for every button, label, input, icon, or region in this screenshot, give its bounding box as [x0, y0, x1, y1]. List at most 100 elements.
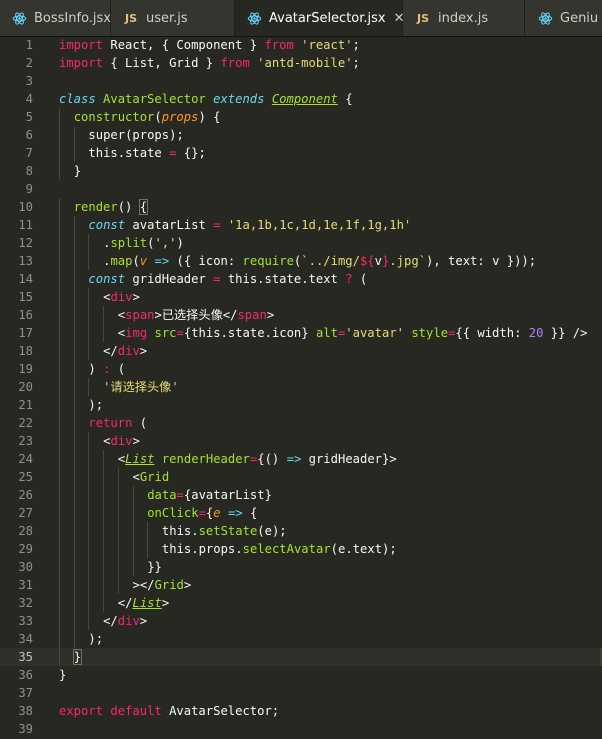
- indent-guide: [73, 486, 75, 504]
- code-text: this.props.selectAvatar(e.text);: [162, 540, 397, 558]
- indent-guide: [59, 522, 60, 540]
- code-token: setState: [198, 524, 258, 538]
- indent-guide: [59, 360, 60, 378]
- indent-guide: [73, 324, 75, 342]
- code-token: }}: [147, 560, 162, 574]
- code-line[interactable]: 35}: [0, 648, 602, 666]
- code-token: const: [88, 218, 126, 232]
- code-line[interactable]: 37: [0, 684, 602, 702]
- code-line[interactable]: 27 onClick={e => {: [0, 504, 602, 522]
- code-line[interactable]: 39: [0, 720, 602, 738]
- code-line[interactable]: 14 const gridHeader = this.state.text ? (: [0, 270, 602, 288]
- tab-label: BossInfo.jsx: [34, 10, 112, 26]
- indent-guide: [59, 486, 60, 504]
- code-line[interactable]: 23 <div>: [0, 432, 602, 450]
- code-token: onClick: [147, 506, 199, 520]
- code-line[interactable]: 25 <Grid: [0, 468, 602, 486]
- code-line[interactable]: 12 .split(','): [0, 234, 602, 252]
- code-line[interactable]: 38 export default AvatarSelector;: [0, 702, 602, 720]
- code-token: alt: [315, 326, 338, 340]
- tab-geniu[interactable]: Geniu: [525, 0, 602, 36]
- code-line[interactable]: 8}: [0, 162, 602, 180]
- line-number: 29: [18, 542, 33, 556]
- code-line[interactable]: 15 <div>: [0, 288, 602, 306]
- code-token: default: [110, 704, 162, 718]
- tab-index-js[interactable]: JS index.js: [403, 0, 525, 36]
- code-token: .jpg`: [389, 254, 427, 268]
- code-line[interactable]: 32 </List>: [0, 594, 602, 612]
- code-line[interactable]: 21);: [0, 396, 602, 414]
- code-text: const avatarList = '1a,1b,1c,1d,1e,1f,1g…: [88, 216, 411, 234]
- line-number: 24: [18, 452, 33, 466]
- code-token: '请选择头像': [103, 380, 179, 394]
- code-line[interactable]: 7 this.state = {};: [0, 144, 602, 162]
- indent-guide: [132, 558, 134, 576]
- code-line[interactable]: 1 import React, { Component } from 'react…: [0, 36, 602, 54]
- indent-guide: [59, 612, 60, 630]
- code-line[interactable]: 36}: [0, 666, 602, 684]
- code-line[interactable]: 10 render() {: [0, 198, 602, 216]
- code-text: constructor(props) {: [74, 108, 221, 126]
- code-line[interactable]: 22 return (: [0, 414, 602, 432]
- tab-user-js[interactable]: JS user.js: [111, 0, 235, 36]
- code-text: <Grid: [133, 468, 170, 486]
- code-line[interactable]: 33 </div>: [0, 612, 602, 630]
- code-line[interactable]: 11 const avatarList = '1a,1b,1c,1d,1e,1f,…: [0, 216, 602, 234]
- code-line[interactable]: 13 .map(v => ({ icon: require(`../img/${v…: [0, 252, 602, 270]
- indent-guide: [132, 522, 134, 540]
- code-line[interactable]: 9: [0, 180, 602, 198]
- code-token: 'antd-mobile': [257, 56, 353, 70]
- code-line[interactable]: 3: [0, 72, 602, 90]
- code-line[interactable]: 29 this.props.selectAvatar(e.text);: [0, 540, 602, 558]
- line-number: 25: [18, 470, 33, 484]
- indent-guide: [59, 306, 60, 324]
- code-line[interactable]: 28 this.setState(e);: [0, 522, 602, 540]
- code-token: ?: [345, 272, 353, 286]
- code-line[interactable]: 24 <List renderHeader={() => gridHeader}>: [0, 450, 602, 468]
- line-number: 28: [18, 524, 33, 538]
- indent-guide: [88, 522, 90, 540]
- code-token: >: [139, 614, 148, 628]
- code-line[interactable]: 20 '请选择头像': [0, 378, 602, 396]
- code-token: );: [88, 398, 104, 412]
- tab-label: Geniu: [560, 10, 599, 26]
- indent-guide: [88, 306, 90, 324]
- indent-guide: [59, 234, 60, 252]
- code-text: }: [74, 162, 81, 180]
- line-number: 39: [18, 722, 33, 736]
- code-token: =>: [227, 506, 243, 520]
- code-line[interactable]: 19) : (: [0, 360, 602, 378]
- code-line[interactable]: 34);: [0, 630, 602, 648]
- line-number: 3: [25, 74, 33, 88]
- indent-guide: [59, 162, 60, 180]
- tab-bossinfo-jsx[interactable]: BossInfo.jsx: [0, 0, 111, 36]
- indent-guide: [103, 324, 105, 342]
- code-line[interactable]: 17 <img src={this.state.icon} alt='avatar…: [0, 324, 602, 342]
- code-line[interactable]: 18 </div>: [0, 342, 602, 360]
- code-line[interactable]: 16 <span>已选择头像</span>: [0, 306, 602, 324]
- tab-avatarselector-jsx[interactable]: AvatarSelector.jsx ✕: [235, 0, 405, 36]
- indent-guide: [103, 594, 105, 612]
- line-number: 9: [25, 182, 33, 196]
- code-token: extends: [213, 92, 265, 106]
- code-line[interactable]: 30}}: [0, 558, 602, 576]
- indent-guide: [147, 522, 149, 540]
- code-line[interactable]: 5 constructor(props) {: [0, 108, 602, 126]
- code-line[interactable]: 2 import { List, Grid } from 'antd-mobile…: [0, 54, 602, 72]
- indent-guide: [88, 594, 90, 612]
- code-line[interactable]: 4 class AvatarSelector extends Component …: [0, 90, 602, 108]
- line-number: 34: [18, 632, 33, 646]
- code-line[interactable]: 26 data={avatarList}: [0, 486, 602, 504]
- indent-guide: [73, 504, 75, 522]
- code-line[interactable]: 6 super(props);: [0, 126, 602, 144]
- code-line[interactable]: 31 ></Grid>: [0, 576, 602, 594]
- code-editor[interactable]: 1 import React, { Component } from 'react…: [0, 36, 602, 739]
- line-number: 2: [25, 56, 33, 70]
- tab-label: user.js: [146, 10, 188, 26]
- code-token: img: [125, 326, 148, 340]
- tab-label: index.js: [438, 10, 489, 26]
- indent-guide: [103, 486, 105, 504]
